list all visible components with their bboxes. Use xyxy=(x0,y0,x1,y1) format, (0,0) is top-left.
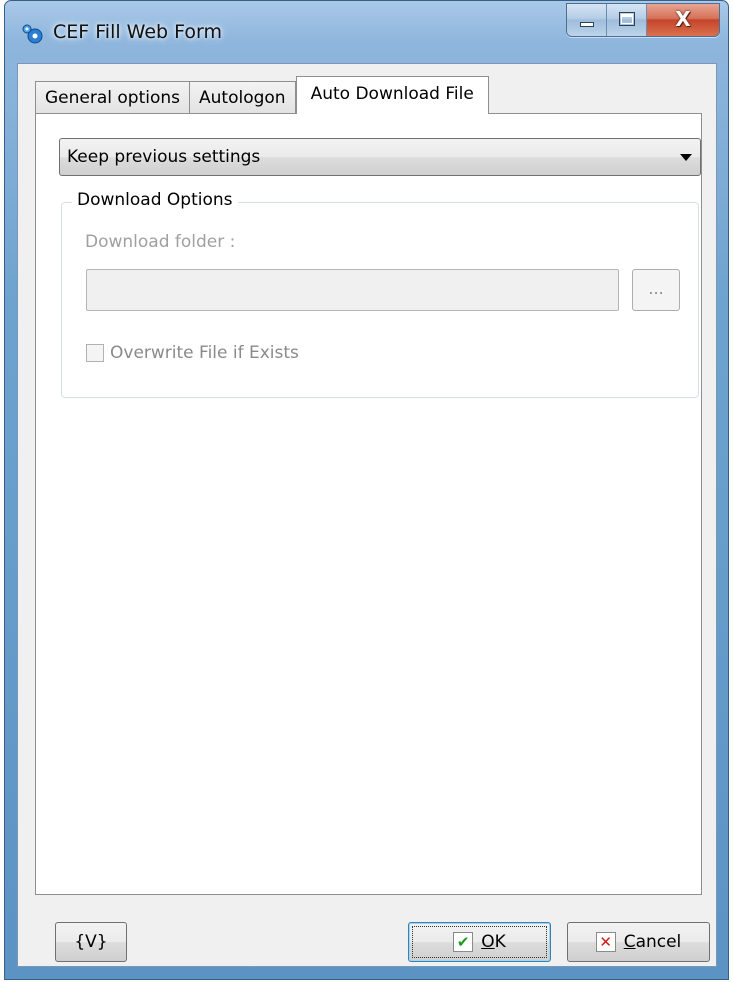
close-button[interactable]: X xyxy=(647,4,719,36)
ok-button[interactable]: ✔ OK xyxy=(408,922,551,962)
download-mode-select[interactable]: Keep previous settings xyxy=(59,138,701,176)
overwrite-checkbox[interactable] xyxy=(86,344,104,362)
dropdown-arrow-icon xyxy=(680,154,692,161)
minimize-button[interactable] xyxy=(567,4,607,36)
title-bar[interactable]: CEF Fill Web Form X xyxy=(5,1,728,63)
overwrite-option[interactable]: Overwrite File if Exists xyxy=(86,343,299,363)
download-folder-label: Download folder : xyxy=(85,232,236,252)
download-options-group: Download Options Download folder : ... O… xyxy=(61,190,699,398)
overwrite-label: Overwrite File if Exists xyxy=(110,343,299,363)
tab-panel-auto-download-file: Keep previous settings Download Options … xyxy=(35,113,702,895)
cancel-button[interactable]: ✕ Cancel xyxy=(567,922,710,962)
tab-strip: General options Autologon Auto Download … xyxy=(35,76,489,114)
cancel-label: Cancel xyxy=(623,932,682,952)
download-folder-input[interactable] xyxy=(86,269,619,311)
variables-button[interactable]: {V} xyxy=(55,922,127,962)
caption-buttons: X xyxy=(566,3,720,37)
cross-icon: ✕ xyxy=(595,932,616,952)
dialog-window: CEF Fill Web Form X General options Auto… xyxy=(4,0,729,980)
minimize-icon xyxy=(580,22,594,27)
dialog-client-area: General options Autologon Auto Download … xyxy=(17,63,717,967)
gears-icon xyxy=(22,24,43,44)
maximize-button[interactable] xyxy=(607,4,647,36)
download-mode-value: Keep previous settings xyxy=(67,147,261,167)
tab-autologon[interactable]: Autologon xyxy=(189,81,296,114)
close-icon: X xyxy=(675,7,691,31)
download-options-legend: Download Options xyxy=(72,190,238,210)
tab-auto-download-file[interactable]: Auto Download File xyxy=(295,76,489,114)
focus-rectangle xyxy=(412,926,547,958)
window-title: CEF Fill Web Form xyxy=(53,21,222,43)
tab-general-options[interactable]: General options xyxy=(35,81,191,114)
maximize-icon xyxy=(619,12,635,26)
browse-folder-button[interactable]: ... xyxy=(632,269,680,311)
